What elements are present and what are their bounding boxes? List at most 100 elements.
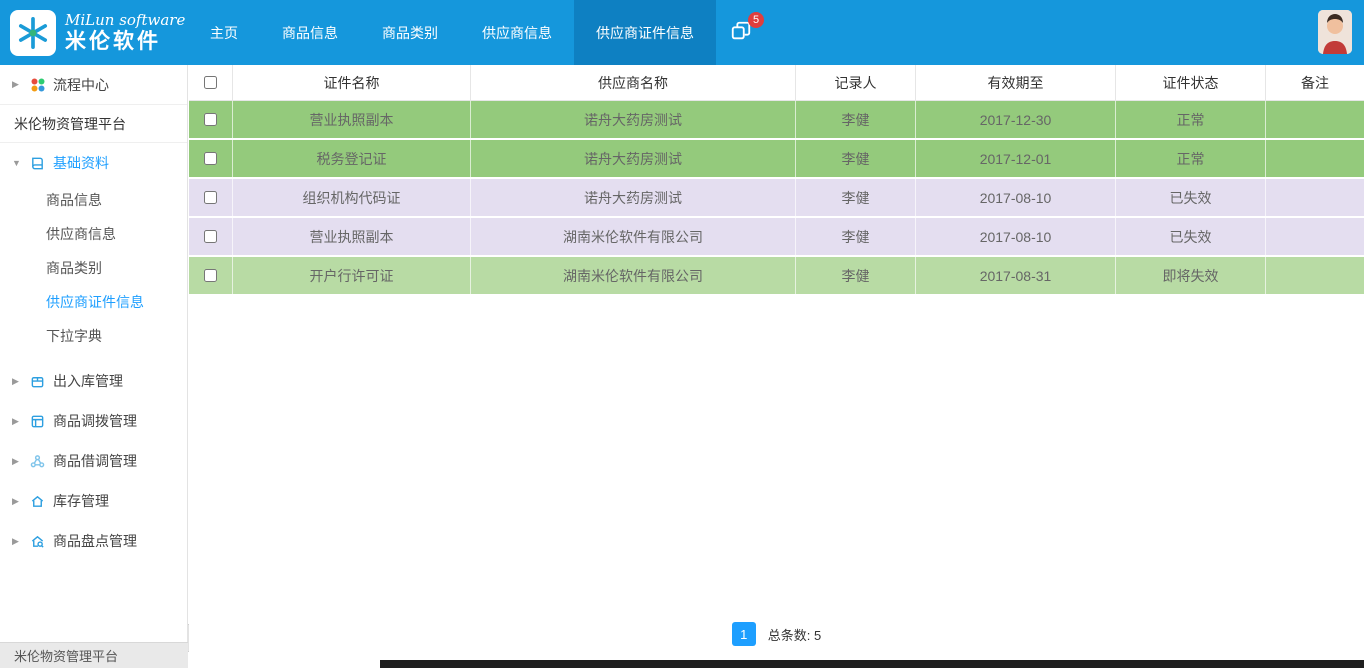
nav-tab-home[interactable]: 主页 [188, 0, 260, 65]
sidebar-footer: 米伦物资管理平台 [0, 642, 188, 668]
warehouse-inout-icon [30, 374, 45, 389]
cell-status: 正常 [1116, 101, 1266, 138]
row-checkbox[interactable] [204, 152, 217, 165]
cell-recorder: 李健 [796, 218, 916, 255]
cell-cert-name: 税务登记证 [233, 140, 471, 177]
sidebar-item-dropdown-dict[interactable]: 下拉字典 [0, 319, 187, 353]
logo-icon [10, 10, 56, 56]
cell-note [1266, 101, 1364, 138]
sidebar-group-label: 商品调拨管理 [53, 411, 137, 431]
nav-tab-supplier-info[interactable]: 供应商信息 [460, 0, 574, 65]
logo-line1: MiLun software [65, 12, 185, 29]
logo-line2: 米伦软件 [65, 29, 185, 53]
total-count-label: 总条数: 5 [768, 625, 821, 644]
bottom-taskbar-strip [380, 660, 1364, 668]
sidebar-group-base-data[interactable]: ▼ 基础资料 [0, 143, 187, 183]
cell-status: 正常 [1116, 140, 1266, 177]
row-checkbox[interactable] [204, 269, 217, 282]
table-row[interactable]: 组织机构代码证 诺舟大药房测试 李健 2017-08-10 已失效 [189, 179, 1364, 218]
sidebar-item-goods-category[interactable]: 商品类别 [0, 251, 187, 285]
sidebar-item-supplier-info[interactable]: 供应商信息 [0, 217, 187, 251]
home-icon [30, 494, 45, 509]
sidebar-item-supplier-cert[interactable]: 供应商证件信息 [0, 285, 187, 319]
sidebar-item-label: 流程中心 [53, 75, 109, 95]
nav-tab-goods-info[interactable]: 商品信息 [260, 0, 360, 65]
sidebar-group-label: 商品盘点管理 [53, 531, 137, 551]
chevron-right-icon: ▶ [12, 416, 22, 427]
sidebar-group-stocktaking[interactable]: ▶ 商品盘点管理 [0, 521, 187, 561]
chevron-right-icon: ▶ [12, 376, 22, 387]
sidebar-group-label: 商品借调管理 [53, 451, 137, 471]
row-select-cell [189, 179, 233, 216]
row-checkbox[interactable] [204, 230, 217, 243]
cell-valid-until: 2017-12-30 [916, 101, 1116, 138]
top-header: MiLun software 米伦软件 主页 商品信息 商品类别 供应商信息 供… [0, 0, 1364, 65]
sidebar-item-goods-info[interactable]: 商品信息 [0, 183, 187, 217]
sidebar-group-inout-warehouse[interactable]: ▶ 出入库管理 [0, 361, 187, 401]
cell-note [1266, 179, 1364, 216]
cell-status: 即将失效 [1116, 257, 1266, 294]
cell-cert-name: 开户行许可证 [233, 257, 471, 294]
pagination: 1 总条数: 5 [189, 622, 1364, 646]
logo-text: MiLun software 米伦软件 [65, 12, 185, 53]
column-header-valid-until: 有效期至 [916, 65, 1116, 100]
cell-status: 已失效 [1116, 218, 1266, 255]
cell-cert-name: 组织机构代码证 [233, 179, 471, 216]
sidebar-group-label: 基础资料 [53, 153, 109, 173]
main-content: 证件名称 供应商名称 记录人 有效期至 证件状态 备注 营业执照副本 诺舟大药房… [189, 65, 1364, 668]
column-header-cert-name: 证件名称 [233, 65, 471, 100]
cell-cert-name: 营业执照副本 [233, 218, 471, 255]
cell-valid-until: 2017-08-10 [916, 179, 1116, 216]
notification-badge: 5 [748, 12, 764, 28]
chevron-down-icon: ▼ [12, 158, 22, 168]
nav-tab-supplier-cert[interactable]: 供应商证件信息 [574, 0, 716, 65]
row-select-cell [189, 257, 233, 294]
cell-valid-until: 2017-08-31 [916, 257, 1116, 294]
sidebar-group-inventory[interactable]: ▶ 库存管理 [0, 481, 187, 521]
cell-note [1266, 140, 1364, 177]
cell-note [1266, 257, 1364, 294]
sidebar-group-goods-transfer[interactable]: ▶ 商品调拨管理 [0, 401, 187, 441]
cell-note [1266, 218, 1364, 255]
cell-supplier-name: 诺舟大药房测试 [471, 179, 796, 216]
chevron-right-icon: ▶ [12, 79, 22, 90]
cell-supplier-name: 湖南米伦软件有限公司 [471, 218, 796, 255]
network-icon [30, 454, 45, 469]
sidebar: ▶ 流程中心 米伦物资管理平台 ▼ 基础资料 商品信 [0, 65, 188, 668]
cell-valid-until: 2017-12-01 [916, 140, 1116, 177]
column-header-supplier-name: 供应商名称 [471, 65, 796, 100]
select-all-checkbox[interactable] [204, 76, 217, 89]
cell-valid-until: 2017-08-10 [916, 218, 1116, 255]
cell-status: 已失效 [1116, 179, 1266, 216]
nav-tab-goods-category[interactable]: 商品类别 [360, 0, 460, 65]
cell-recorder: 李健 [796, 257, 916, 294]
cell-recorder: 李健 [796, 101, 916, 138]
sidebar-group-label: 库存管理 [53, 491, 109, 511]
row-checkbox[interactable] [204, 113, 217, 126]
column-header-status: 证件状态 [1116, 65, 1266, 100]
avatar[interactable] [1318, 10, 1352, 54]
row-checkbox[interactable] [204, 191, 217, 204]
sidebar-item-process-center[interactable]: ▶ 流程中心 [0, 65, 187, 105]
chevron-right-icon: ▶ [12, 536, 22, 547]
cell-recorder: 李健 [796, 179, 916, 216]
select-all-cell [189, 65, 233, 100]
sidebar-group-goods-borrow[interactable]: ▶ 商品借调管理 [0, 441, 187, 481]
book-icon [30, 156, 45, 171]
row-select-cell [189, 101, 233, 138]
table-row[interactable]: 税务登记证 诺舟大药房测试 李健 2017-12-01 正常 [189, 140, 1364, 179]
table-row[interactable]: 营业执照副本 诺舟大药房测试 李健 2017-12-30 正常 [189, 101, 1364, 140]
cell-supplier-name: 诺舟大药房测试 [471, 140, 796, 177]
process-center-icon [30, 77, 45, 92]
notifications-button[interactable]: 5 [716, 0, 766, 65]
table-row[interactable]: 开户行许可证 湖南米伦软件有限公司 李健 2017-08-31 即将失效 [189, 257, 1364, 296]
column-header-note: 备注 [1266, 65, 1364, 100]
transfer-icon [30, 414, 45, 429]
app-window: MiLun software 米伦软件 主页 商品信息 商品类别 供应商信息 供… [0, 0, 1364, 668]
sidebar-group-label: 出入库管理 [53, 371, 123, 391]
table-row[interactable]: 营业执照副本 湖南米伦软件有限公司 李健 2017-08-10 已失效 [189, 218, 1364, 257]
top-nav: 主页 商品信息 商品类别 供应商信息 供应商证件信息 5 [188, 0, 766, 65]
row-select-cell [189, 218, 233, 255]
table-header-row: 证件名称 供应商名称 记录人 有效期至 证件状态 备注 [189, 65, 1364, 101]
page-button-1[interactable]: 1 [732, 622, 756, 646]
